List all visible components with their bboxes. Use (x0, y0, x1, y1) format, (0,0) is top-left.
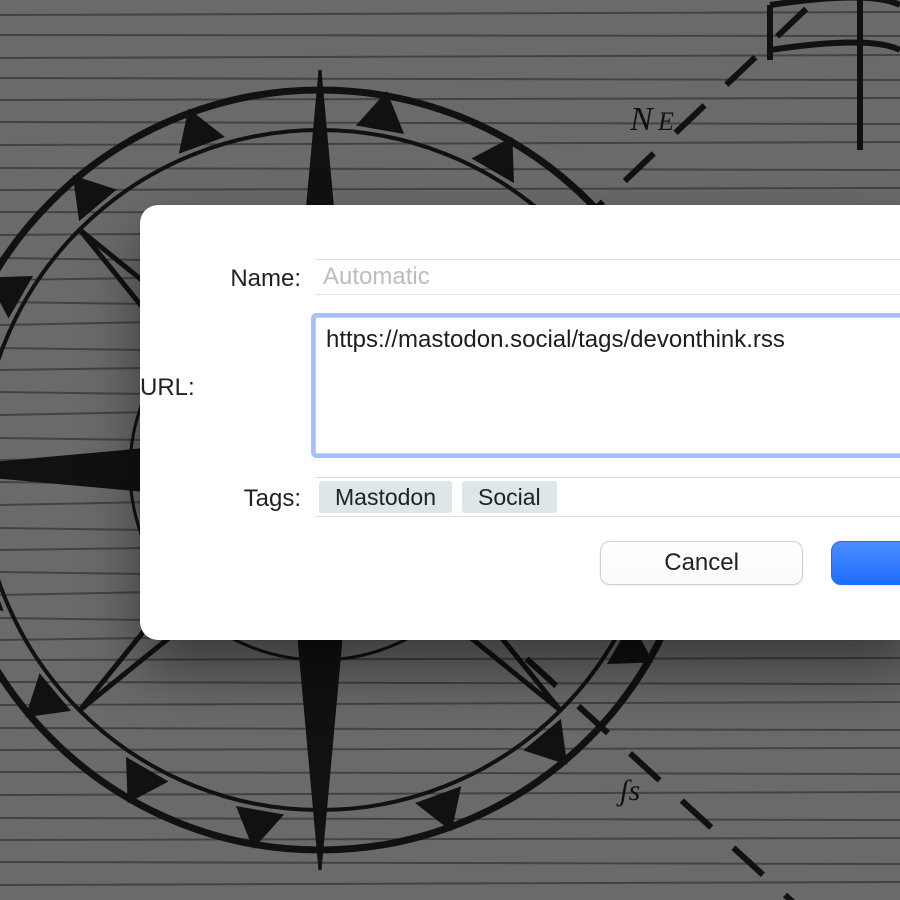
svg-text:N: N (629, 101, 655, 138)
url-field-focus-ring (315, 317, 900, 454)
name-input[interactable] (315, 259, 900, 295)
tags-row: Tags: Mastodon Social (140, 477, 900, 517)
tag-chip[interactable]: Social (462, 481, 557, 513)
confirm-button[interactable] (831, 541, 900, 585)
name-label: Name: (140, 261, 315, 293)
svg-text:E: E (657, 107, 674, 136)
url-label: URL: (140, 374, 195, 402)
tags-input[interactable]: Mastodon Social (315, 477, 900, 517)
cancel-button[interactable]: Cancel (600, 541, 803, 585)
url-input[interactable] (316, 318, 900, 448)
tag-chip[interactable]: Mastodon (319, 481, 452, 513)
add-feed-dialog: Name: URL: Tags: Mastodon Social Cancel (140, 205, 900, 640)
url-row: URL: (140, 317, 900, 455)
svg-text:ʃs: ʃs (616, 774, 640, 807)
dialog-buttons: Cancel (140, 541, 900, 585)
name-row: Name: (140, 259, 900, 295)
tags-label: Tags: (140, 481, 315, 513)
